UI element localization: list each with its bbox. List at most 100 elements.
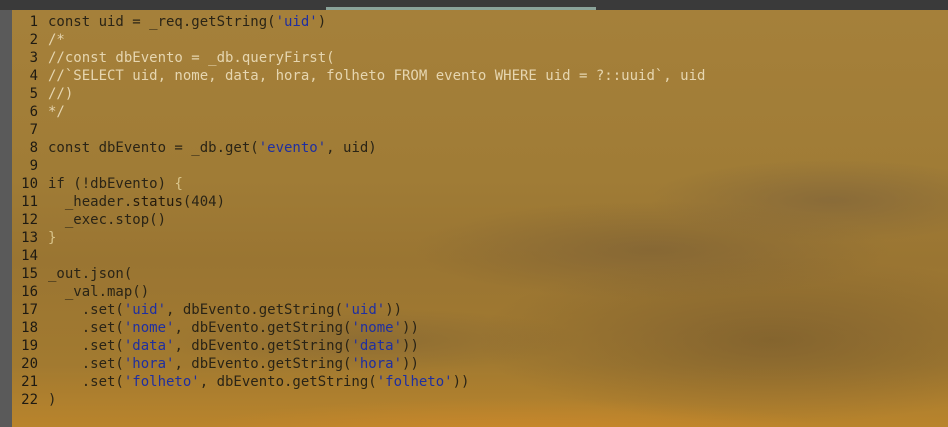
line-number: 4 [29, 68, 38, 84]
line-number: 6 [29, 104, 38, 120]
window-top-bar [0, 0, 948, 10]
comment-token: /* [48, 32, 65, 48]
code-line[interactable]: 4 //`SELECT uid, nome, data, hora, folhet… [12, 67, 706, 85]
code-line[interactable]: 7 [12, 121, 705, 139]
code-lines: 1 const uid = _req.getString('uid') 2 /* 3 //… [12, 13, 705, 409]
code-token: (404) [182, 194, 226, 210]
line-number: 2 [29, 32, 38, 48]
code-token: } [48, 230, 57, 246]
string-token: 'uid' [123, 302, 167, 318]
line-text: .set('nome', dbEvento.getString('nome')) [48, 319, 419, 337]
string-token: 'evento' [258, 140, 327, 156]
code-line[interactable]: 5 //) [12, 85, 705, 103]
line-number: 17 [21, 302, 38, 318]
code-token: ) [317, 14, 327, 30]
code-line[interactable]: 3 //const dbEvento = _db.queryFirst( [12, 49, 705, 67]
line-text: .set('uid', dbEvento.getString('uid')) [48, 301, 402, 319]
line-text: .set('hora', dbEvento.getString('hora')) [48, 355, 419, 373]
code-token: .set( [48, 374, 124, 390]
line-number: 11 [21, 194, 38, 210]
comment-token: //const dbEvento = _db.queryFirst( [48, 50, 335, 66]
line-number: 22 [21, 392, 38, 408]
line-text: if (!dbEvento) { [48, 175, 183, 193]
code-token: , dbEvento.getString( [166, 302, 344, 318]
code-token: .set( [48, 320, 124, 336]
string-token: 'hora' [123, 356, 175, 372]
line-text: //`SELECT uid, nome, data, hora, folheto… [48, 67, 705, 85]
string-token: 'uid' [343, 302, 386, 318]
line-text: } [48, 229, 56, 247]
code-line[interactable]: 14 [12, 247, 705, 265]
line-number: 19 [21, 338, 38, 354]
code-line[interactable]: 10 if (!dbEvento) { [12, 175, 705, 193]
line-number: 16 [21, 284, 38, 300]
string-token: 'data' [351, 338, 403, 354]
line-text: _exec.stop() [48, 211, 166, 229]
code-line[interactable]: 1 const uid = _req.getString('uid') [12, 13, 705, 31]
line-text: */ [48, 103, 65, 121]
string-token: 'nome' [123, 320, 175, 336]
string-token: 'folheto' [376, 374, 453, 390]
line-text: const dbEvento = _db.get('evento', uid) [48, 139, 377, 157]
code-token: const uid = _req.getString( [48, 14, 276, 30]
line-number: 18 [21, 320, 38, 336]
code-line[interactable]: 22) [12, 391, 705, 409]
code-token: , dbEvento.getString( [174, 338, 352, 354]
string-token: 'data' [123, 338, 175, 354]
code-line[interactable]: 6 */ [12, 103, 705, 121]
code-line[interactable]: 17 .set('uid', dbEvento.getString('uid')… [12, 301, 705, 319]
code-line[interactable]: 16 _val.map() [12, 283, 705, 301]
line-number: 12 [21, 212, 38, 228]
code-token: .set( [48, 302, 124, 318]
line-number: 9 [29, 158, 38, 174]
code-token: )) [402, 338, 419, 354]
code-token: status [132, 194, 183, 210]
code-token: )) [452, 374, 470, 390]
line-text: .set('folheto', dbEvento.getString('folh… [48, 373, 470, 391]
line-text: /* [48, 31, 65, 49]
code-token: const dbEvento = _db.get( [48, 140, 259, 156]
line-text: //) [48, 85, 73, 103]
code-token: , dbEvento.getString( [199, 374, 377, 390]
line-number: 10 [21, 176, 38, 192]
string-token: 'uid' [275, 14, 318, 30]
line-text: .set('data', dbEvento.getString('data')) [48, 337, 419, 355]
code-line[interactable]: 11 _header.status(404) [12, 193, 705, 211]
code-token: ) [48, 392, 57, 408]
editor-gutter-strip [0, 10, 12, 427]
line-number: 21 [21, 374, 38, 390]
line-text: _out.json( [48, 265, 132, 283]
code-editor[interactable]: 1 const uid = _req.getString('uid') 2 /* 3 //… [12, 10, 948, 427]
code-line[interactable]: 9 [12, 157, 705, 175]
code-token: )) [385, 302, 403, 318]
line-text: //const dbEvento = _db.queryFirst( [48, 49, 335, 67]
code-line[interactable]: 20 .set('hora', dbEvento.getString('hora… [12, 355, 705, 373]
code-token: .set( [48, 338, 124, 354]
code-token: , dbEvento.getString( [174, 356, 352, 372]
line-number: 7 [29, 122, 38, 138]
code-line[interactable]: 8 const dbEvento = _db.get('evento', uid) [12, 139, 705, 157]
line-number: 20 [21, 356, 38, 372]
string-token: 'folheto' [123, 374, 200, 390]
code-line[interactable]: 13} [12, 229, 705, 247]
code-token: )) [402, 320, 419, 336]
code-line[interactable]: 18 .set('nome', dbEvento.getString('nome… [12, 319, 705, 337]
code-token: )) [402, 356, 419, 372]
code-line[interactable]: 15 _out.json( [12, 265, 705, 283]
code-token: , dbEvento.getString( [174, 320, 352, 336]
line-text: _header.status(404) [48, 193, 225, 211]
code-token: if (!dbEvento) [48, 176, 175, 192]
code-line[interactable]: 12 _exec.stop() [12, 211, 705, 229]
code-token: _val.map() [48, 284, 150, 300]
line-number: 3 [29, 50, 38, 66]
line-number: 13 [21, 230, 38, 246]
code-line[interactable]: 19 .set('data', dbEvento.getString('data… [12, 337, 705, 355]
code-line[interactable]: 2 /* [12, 31, 705, 49]
code-line[interactable]: 21 .set('folheto', dbEvento.getString('f… [12, 373, 705, 391]
string-token: 'hora' [351, 356, 403, 372]
code-token: _out.json( [48, 266, 133, 282]
string-token: 'nome' [351, 320, 403, 336]
comment-token: //`SELECT uid, nome, data, hora, folheto… [48, 68, 706, 84]
line-text: ) [48, 391, 56, 409]
code-token: .set( [48, 356, 124, 372]
